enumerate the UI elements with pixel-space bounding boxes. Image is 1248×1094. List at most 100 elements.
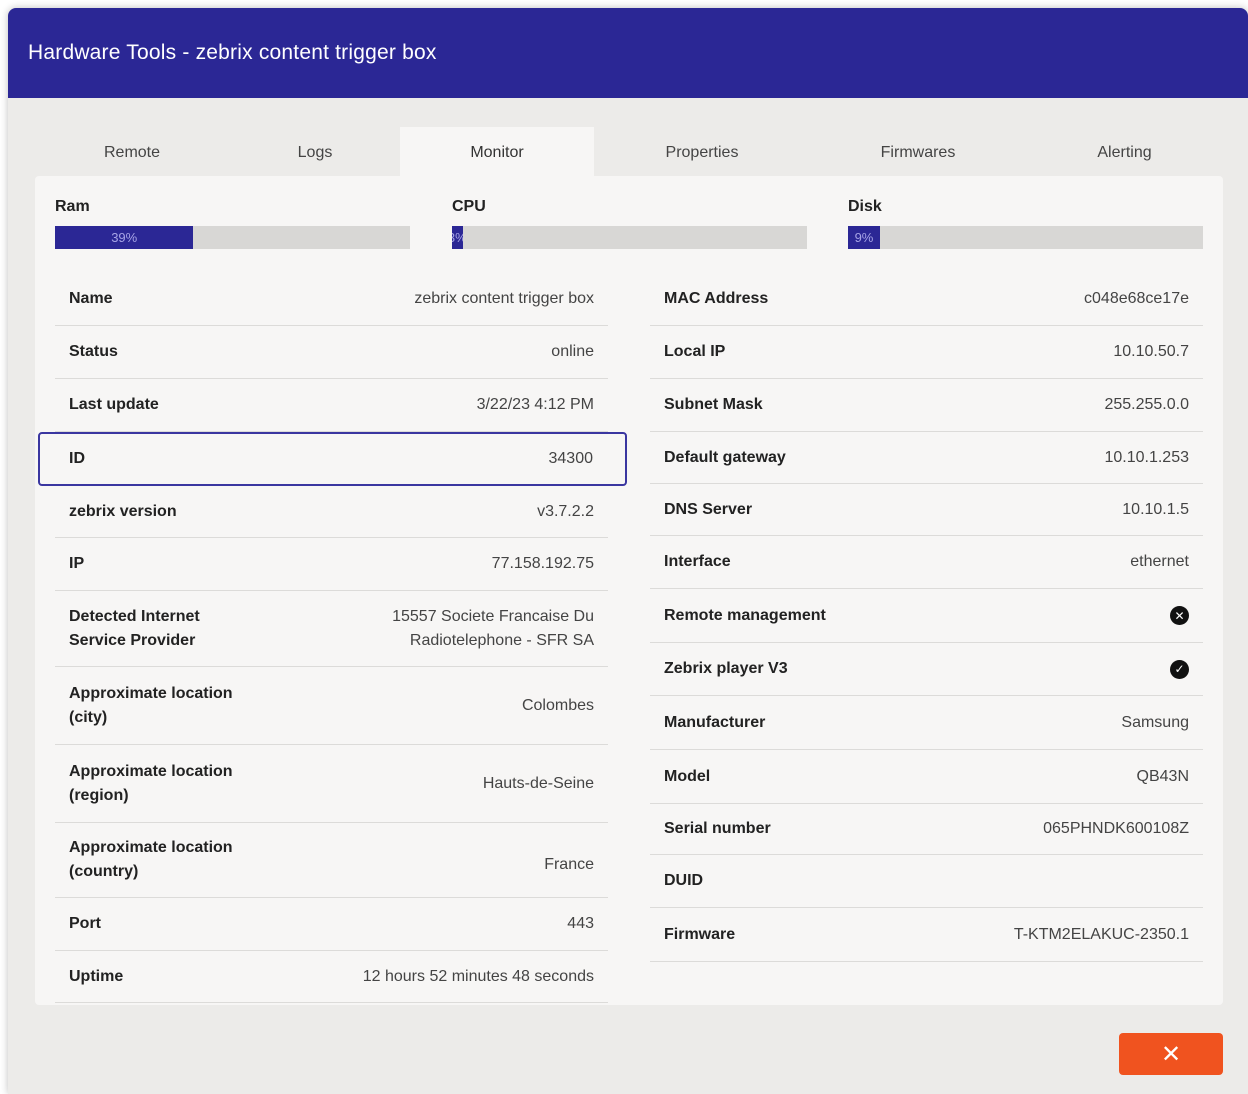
- info-row-status: Status online: [55, 326, 608, 379]
- x-circle-icon: ✕: [1170, 606, 1189, 625]
- info-row-version: zebrix version v3.7.2.2: [55, 486, 608, 538]
- info-label: Interface: [664, 553, 731, 570]
- info-row-manufacturer: Manufacturer Samsung: [650, 696, 1203, 750]
- info-label: Remote management: [664, 606, 826, 624]
- info-value: T-KTM2ELAKUC-2350.1: [1013, 925, 1189, 943]
- status-value: online: [551, 343, 594, 360]
- info-label-line: Approximate location: [69, 762, 233, 780]
- info-label-line: Approximate location: [69, 684, 233, 702]
- ram-bar-fill: 39%: [55, 226, 194, 249]
- info-label: Default gateway: [664, 448, 786, 466]
- cpu-bar-fill: 3%: [452, 226, 463, 249]
- info-row-last-update: Last update 3/22/23 4:12 PM: [55, 379, 608, 432]
- dialog-title: Hardware Tools - zebrix content trigger …: [28, 41, 437, 64]
- tab-logs[interactable]: Logs: [229, 127, 401, 177]
- info-value: 10.10.50.7: [1113, 343, 1189, 360]
- info-row-name: Name zebrix content trigger box: [55, 273, 608, 326]
- info-label: Subnet Mask: [664, 396, 763, 413]
- info-label: Name: [69, 290, 113, 307]
- info-value: 10.10.1.253: [1104, 448, 1189, 466]
- info-value: Samsung: [1121, 713, 1189, 731]
- info-label: Firmware: [664, 925, 736, 943]
- info-label: Approximate location (region): [69, 760, 233, 808]
- info-value: v3.7.2.2: [537, 502, 594, 520]
- info-label: Zebrix player V3: [664, 660, 788, 677]
- info-row-id[interactable]: ID 34300: [38, 432, 627, 486]
- info-label: Manufacturer: [664, 713, 766, 731]
- tab-remote[interactable]: Remote: [35, 127, 229, 177]
- info-value: 10.10.1.5: [1122, 500, 1189, 518]
- info-row-region: Approximate location (region) Hauts-de-S…: [55, 745, 608, 823]
- info-label-line: (region): [69, 786, 129, 804]
- info-row-model: Model QB43N: [650, 750, 1203, 804]
- info-row-interface: Interface ethernet: [650, 536, 1203, 589]
- info-row-remote-management: Remote management ✕: [650, 589, 1203, 643]
- info-label-line: (country): [69, 863, 139, 880]
- info-row-subnet: Subnet Mask 255.255.0.0: [650, 379, 1203, 432]
- info-label: Approximate location (country): [69, 836, 233, 884]
- info-row-port: Port 443: [55, 898, 608, 951]
- tab-monitor[interactable]: Monitor: [400, 127, 594, 177]
- info-value: Colombes: [521, 696, 594, 714]
- ram-meter: Ram 39%: [55, 198, 410, 249]
- info-value: 15557 Societe Francaise Du Radiotelephon…: [392, 605, 594, 653]
- info-row-player-v3: Zebrix player V3 ✓: [650, 643, 1203, 696]
- info-row-country: Approximate location (country) France: [55, 823, 608, 898]
- disk-bar-fill: 9%: [848, 226, 880, 249]
- info-value-line: Radiotelephone - SFR SA: [409, 631, 594, 649]
- info-row-serial: Serial number 065PHNDK600108Z: [650, 804, 1203, 855]
- info-label: Last update: [69, 396, 159, 413]
- info-row-duid: DUID: [650, 855, 1203, 908]
- info-label: Detected Internet Service Provider: [69, 605, 200, 653]
- info-label: Status: [69, 343, 118, 360]
- cpu-label: CPU: [452, 198, 486, 215]
- info-label: Approximate location (city): [69, 682, 233, 730]
- info-value: France: [544, 856, 594, 873]
- info-label-line: Detected Internet: [69, 607, 200, 625]
- tab-firmwares[interactable]: Firmwares: [810, 127, 1026, 177]
- info-row-firmware: Firmware T-KTM2ELAKUC-2350.1: [650, 908, 1203, 962]
- info-row-dns: DNS Server 10.10.1.5: [650, 484, 1203, 536]
- info-value: 443: [567, 915, 594, 932]
- check-circle-icon: ✓: [1170, 659, 1189, 679]
- ram-label: Ram: [55, 198, 90, 215]
- info-row-isp: Detected Internet Service Provider 15557…: [55, 591, 608, 667]
- info-value: ethernet: [1130, 553, 1189, 570]
- info-value: QB43N: [1136, 767, 1189, 785]
- tab-alerting[interactable]: Alerting: [1026, 127, 1223, 177]
- info-label: Serial number: [664, 820, 771, 837]
- dialog-header: Hardware Tools - zebrix content trigger …: [8, 8, 1248, 98]
- info-label: MAC Address: [664, 290, 769, 307]
- disk-bar-track: 9%: [848, 226, 1203, 249]
- info-row-ip: IP 77.158.192.75: [55, 538, 608, 591]
- info-value: 065PHNDK600108Z: [1043, 820, 1189, 837]
- info-value: 255.255.0.0: [1104, 396, 1189, 413]
- close-button[interactable]: ✕: [1119, 1033, 1223, 1075]
- tab-properties[interactable]: Properties: [594, 127, 810, 177]
- info-value: zebrix content trigger box: [414, 290, 594, 307]
- info-value: c048e68ce17e: [1084, 290, 1189, 307]
- info-value: 3/22/23 4:12 PM: [476, 396, 594, 413]
- info-value: 77.158.192.75: [491, 555, 594, 572]
- info-label: Uptime: [69, 967, 124, 985]
- info-value: 12 hours 52 minutes 48 seconds: [362, 967, 594, 985]
- info-row-city: Approximate location (city) Colombes: [55, 667, 608, 745]
- cpu-bar-track: 3%: [452, 226, 807, 249]
- monitor-panel: Ram 39% CPU 3% Disk 9% Name: [35, 176, 1223, 1005]
- info-label: zebrix version: [69, 502, 177, 520]
- hardware-tools-dialog: Hardware Tools - zebrix content trigger …: [8, 8, 1248, 1094]
- info-label-line: (city): [69, 708, 108, 726]
- info-label: Port: [69, 915, 101, 932]
- info-label-line: Approximate location: [69, 839, 233, 856]
- disk-meter: Disk 9%: [848, 198, 1203, 249]
- info-label: DUID: [664, 872, 704, 889]
- info-row-gateway: Default gateway 10.10.1.253: [650, 432, 1203, 484]
- network-info-list: MAC Address c048e68ce17e Local IP 10.10.…: [650, 273, 1203, 962]
- info-value: 34300: [548, 450, 594, 467]
- disk-label: Disk: [848, 198, 882, 215]
- info-label: ID: [69, 450, 85, 467]
- info-label: DNS Server: [664, 500, 753, 518]
- info-value-line: 15557 Societe Francaise Du: [392, 607, 594, 625]
- info-row-uptime: Uptime 12 hours 52 minutes 48 seconds: [55, 951, 608, 1003]
- cpu-meter: CPU 3%: [452, 198, 807, 249]
